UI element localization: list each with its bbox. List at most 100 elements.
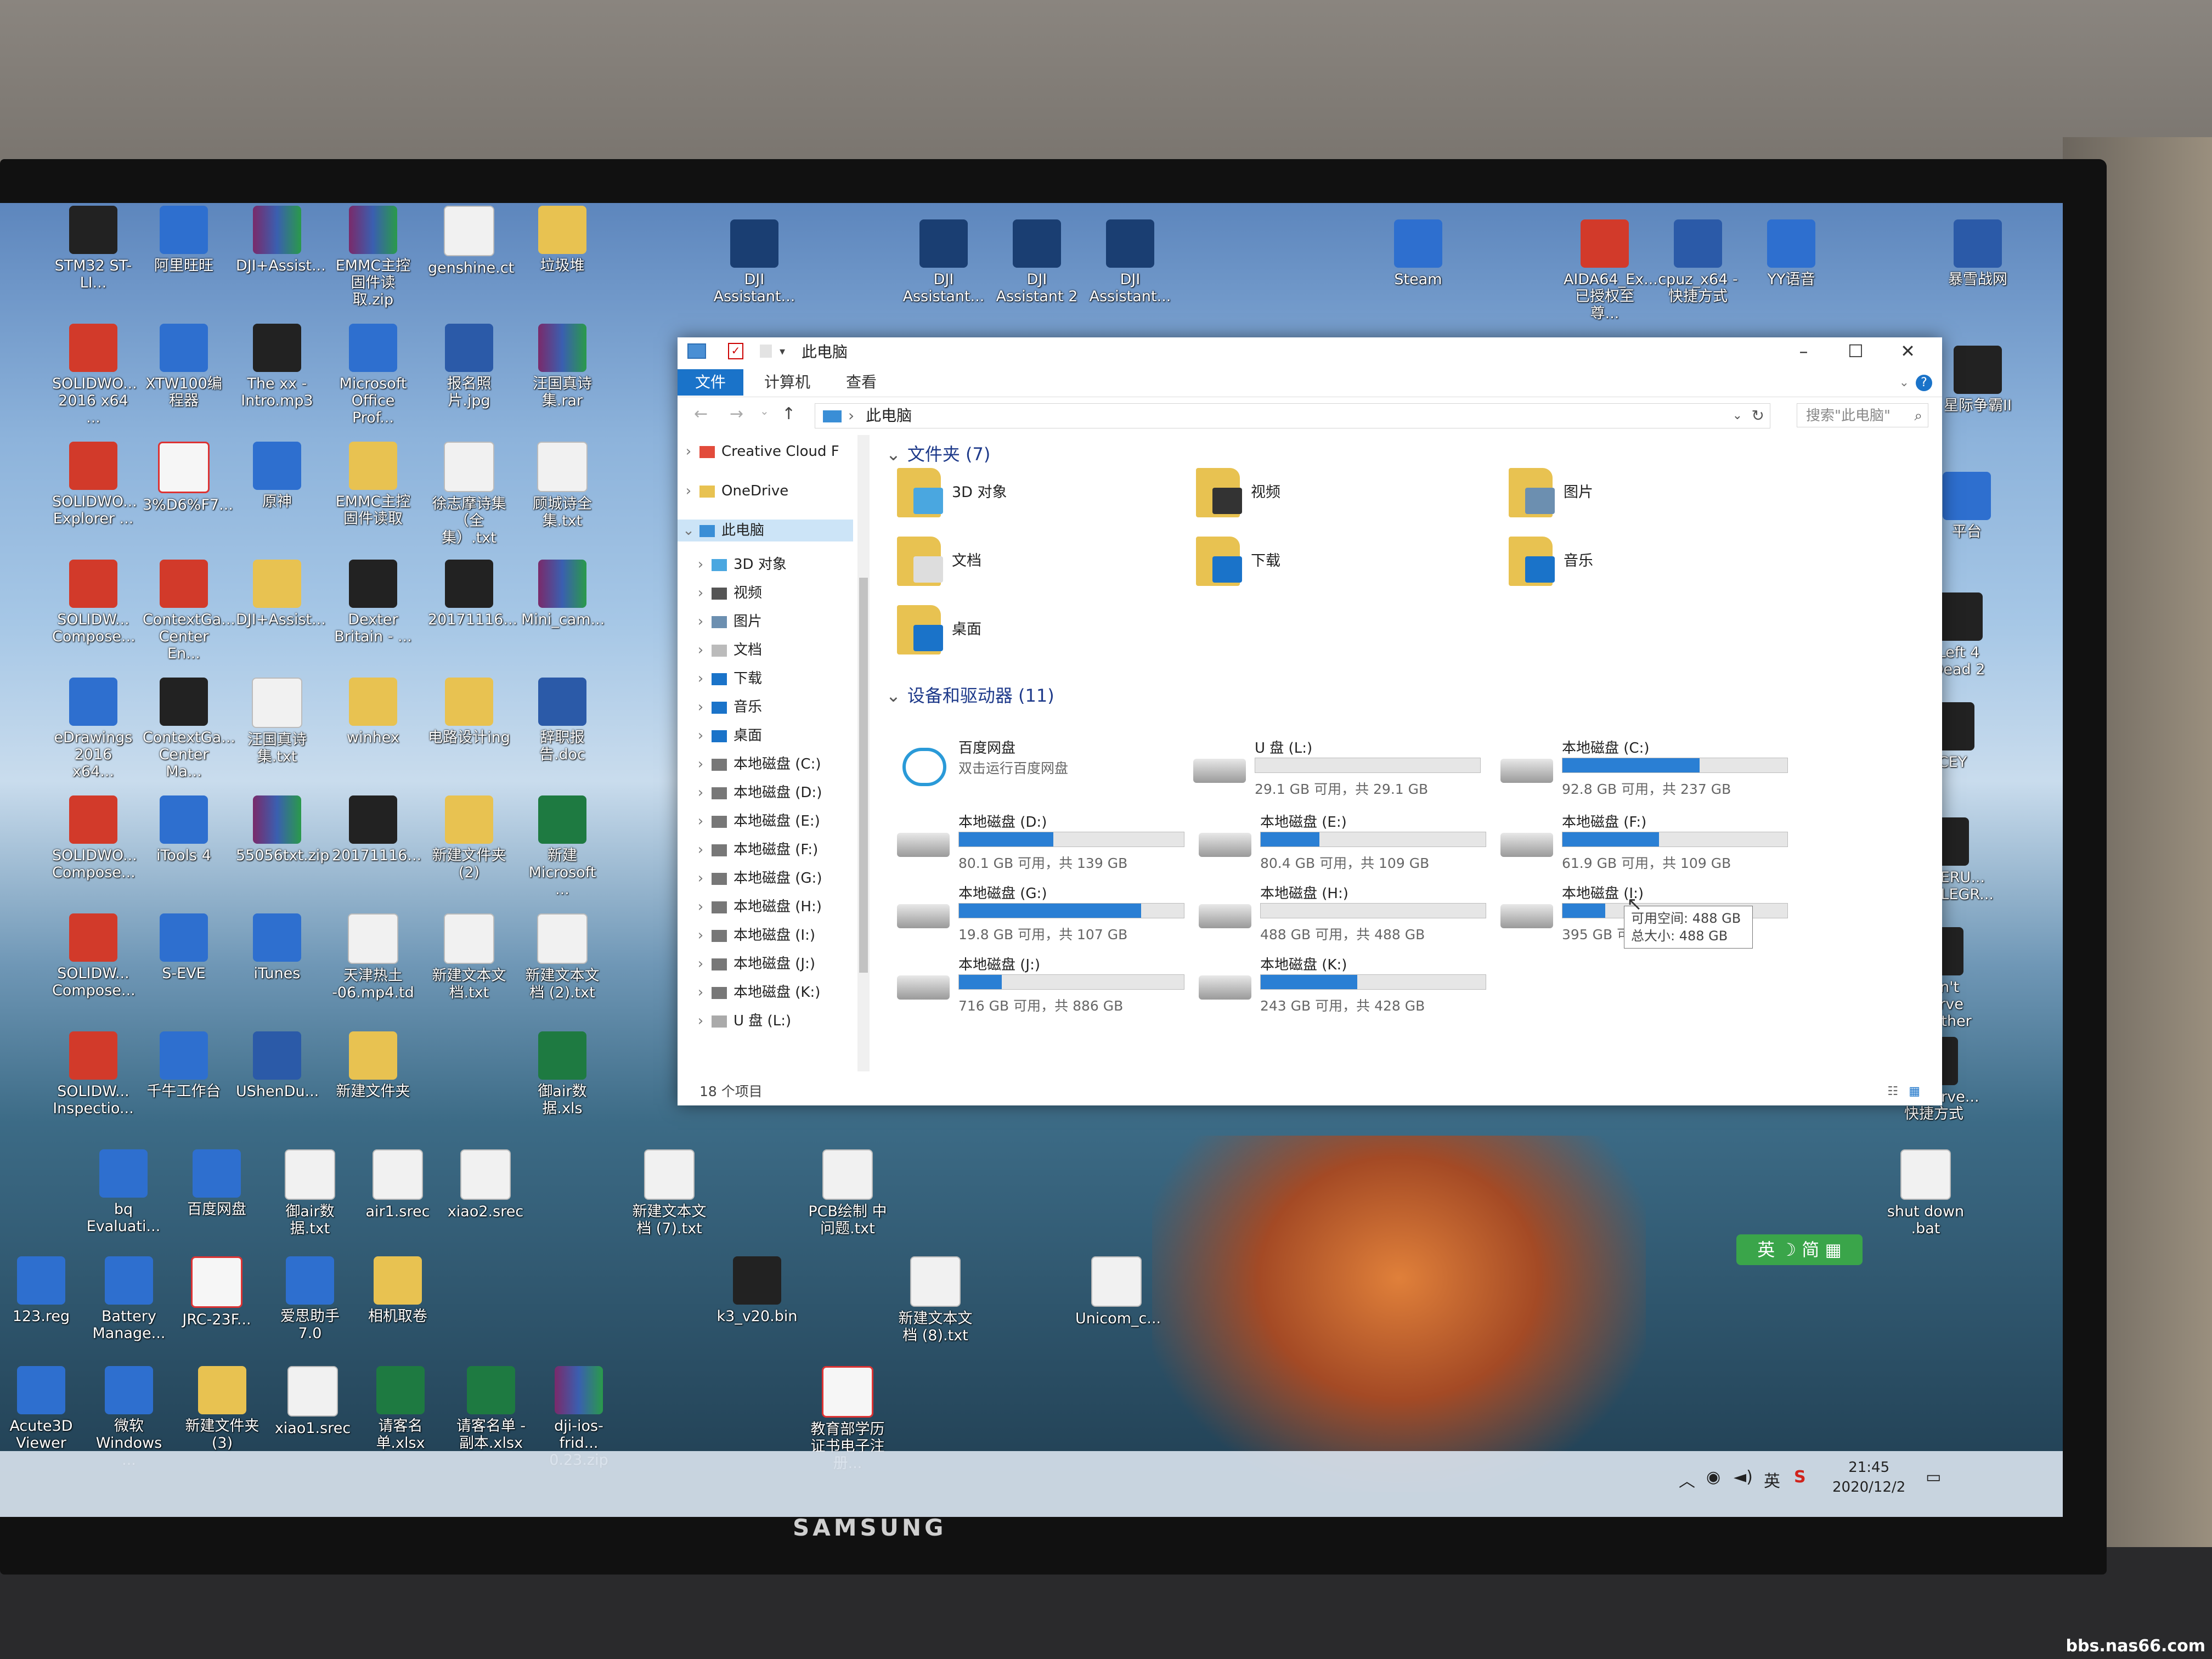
- desktop-icon[interactable]: YY语音: [1750, 219, 1832, 288]
- desktop-icon[interactable]: PCB绘制 中问题.txt: [806, 1149, 889, 1237]
- expand-arrow-icon[interactable]: ›: [690, 1010, 712, 1032]
- desktop-icon[interactable]: AIDA64_Ex... 已授权至尊...: [1564, 219, 1658, 322]
- search-input[interactable]: 搜索"此电脑" ⌕: [1797, 403, 1928, 427]
- expand-arrow-icon[interactable]: ›: [678, 480, 699, 502]
- desktop-icon[interactable]: 请客名单.xlsx: [359, 1366, 442, 1452]
- desktop-icon[interactable]: 御air数据.xls: [521, 1031, 603, 1117]
- desktop-icon[interactable]: 新建文本文档 (7).txt: [628, 1149, 710, 1237]
- desktop-icon[interactable]: bq Evaluati...: [82, 1149, 165, 1235]
- desktop-icon[interactable]: 新建文件夹 (3): [181, 1366, 263, 1452]
- desktop-icon[interactable]: 20171116...: [332, 795, 421, 864]
- desktop-icon[interactable]: DJI Assistant...: [713, 219, 795, 305]
- address-bar[interactable]: › 此电脑 ⌄ ↻: [815, 403, 1770, 428]
- desktop-icon[interactable]: DJI+Assist...: [236, 206, 326, 274]
- nav-item[interactable]: › 视频: [678, 582, 762, 604]
- close-button[interactable]: ✕: [1882, 337, 1934, 365]
- folders-group-header[interactable]: ⌄ 文件夹 (7): [886, 441, 990, 466]
- expand-arrow-icon[interactable]: ›: [690, 725, 712, 747]
- new-folder-icon[interactable]: [760, 345, 772, 358]
- desktop-icon[interactable]: 新建文件夹: [332, 1031, 414, 1100]
- breadcrumb-this-pc[interactable]: 此电脑: [866, 407, 912, 425]
- drive-item[interactable]: 本地磁盘 (F:) 61.9 GB 可用，共 109 GB: [1500, 811, 1808, 877]
- address-dropdown-icon[interactable]: ⌄: [1733, 404, 1742, 428]
- desktop-icon[interactable]: 千牛工作台: [143, 1031, 225, 1100]
- desktop-icon[interactable]: cpuz_x64 - 快捷方式: [1657, 219, 1739, 305]
- desktop-icon[interactable]: 新建文本文档 (8).txt: [894, 1256, 977, 1344]
- desktop-icon[interactable]: 原神: [236, 442, 318, 510]
- desktop-icon[interactable]: 电路设计ing: [428, 678, 510, 746]
- desktop-icon[interactable]: STM32 ST-LI...: [52, 206, 134, 291]
- desktop-icon[interactable]: iTools 4: [143, 795, 225, 864]
- desktop-icon[interactable]: xiao1.srec: [272, 1366, 354, 1437]
- nav-item[interactable]: › 音乐: [678, 696, 762, 718]
- folder-item[interactable]: 3D 对象: [897, 468, 1171, 523]
- desktop-icon[interactable]: genshine.ct: [428, 206, 514, 276]
- desktop-icon[interactable]: 新建文件夹 (2): [428, 795, 510, 881]
- nav-item[interactable]: › 本地磁盘 (K:): [678, 981, 821, 1003]
- nav-item[interactable]: › 本地磁盘 (J:): [678, 953, 815, 975]
- properties-icon[interactable]: ✓: [728, 343, 743, 359]
- desktop-icon[interactable]: SOLIDWO... Compose...: [52, 795, 137, 881]
- nav-item[interactable]: › 本地磁盘 (D:): [678, 782, 822, 804]
- expand-arrow-icon[interactable]: ›: [690, 611, 712, 633]
- desktop-icon[interactable]: k3_v20.bin: [716, 1256, 798, 1325]
- drive-baidu-netdisk[interactable]: 百度网盘 双击运行百度网盘: [897, 737, 1204, 803]
- notification-icon[interactable]: ▭: [1926, 1468, 1941, 1487]
- minimize-button[interactable]: –: [1778, 337, 1830, 365]
- nav-item[interactable]: › 3D 对象: [678, 554, 787, 575]
- details-view-icon[interactable]: ☷: [1887, 1078, 1898, 1105]
- drives-group-header[interactable]: ⌄ 设备和驱动器 (11): [886, 682, 1054, 707]
- expand-arrow-icon[interactable]: ›: [690, 896, 712, 918]
- maximize-button[interactable]: ☐: [1830, 337, 1882, 365]
- sogou-icon[interactable]: S: [1794, 1468, 1806, 1487]
- expand-arrow-icon[interactable]: ›: [690, 753, 712, 775]
- desktop-icon[interactable]: UShenDu...: [236, 1031, 319, 1100]
- drive-item[interactable]: 本地磁盘 (G:) 19.8 GB 可用，共 107 GB: [897, 882, 1204, 948]
- desktop-icon[interactable]: air1.srec: [357, 1149, 439, 1220]
- nav-item[interactable]: › U 盘 (L:): [678, 1010, 791, 1032]
- desktop-icon[interactable]: Unicom_c...: [1075, 1256, 1161, 1327]
- desktop-icon[interactable]: 暴雪战网: [1937, 219, 2019, 288]
- expand-arrow-icon[interactable]: ›: [690, 696, 712, 718]
- desktop-icon[interactable]: 垃圾堆: [521, 206, 603, 274]
- desktop-icon[interactable]: winhex: [332, 678, 414, 746]
- drive-item[interactable]: 本地磁盘 (H:) 488 GB 可用，共 488 GB: [1199, 882, 1506, 948]
- folder-item[interactable]: 下载: [1196, 537, 1470, 591]
- back-icon[interactable]: ←: [694, 404, 708, 424]
- chevron-up-icon[interactable]: ︿: [1679, 1468, 1695, 1492]
- ribbon-expand-icon[interactable]: ⌄: [1899, 376, 1909, 390]
- expand-arrow-icon[interactable]: ›: [690, 639, 712, 661]
- desktop-icon[interactable]: 汪国真诗集.rar: [521, 324, 603, 409]
- desktop-icon[interactable]: Mini_cam...: [521, 560, 605, 628]
- nav-item[interactable]: › 桌面: [678, 725, 762, 747]
- refresh-icon[interactable]: ↻: [1752, 404, 1764, 428]
- desktop-icon[interactable]: Acute3D Viewer: [0, 1366, 82, 1452]
- desktop-icon[interactable]: 相机取卷: [357, 1256, 439, 1325]
- recent-dropdown-icon[interactable]: ⌄: [760, 404, 769, 417]
- network-icon[interactable]: ◉: [1706, 1468, 1720, 1487]
- up-icon[interactable]: ↑: [782, 404, 795, 424]
- nav-item[interactable]: › 本地磁盘 (F:): [678, 839, 818, 861]
- desktop-icon[interactable]: 百度网盘: [176, 1149, 258, 1218]
- nav-item[interactable]: ⌄ 此电脑: [678, 520, 853, 541]
- desktop-icon[interactable]: 顾城诗全集.txt: [521, 442, 603, 529]
- expand-arrow-icon[interactable]: ›: [690, 924, 712, 946]
- folder-item[interactable]: 桌面: [897, 605, 1171, 660]
- folder-item[interactable]: 视频: [1196, 468, 1470, 523]
- desktop-icon[interactable]: XTW100编程器: [143, 324, 225, 409]
- desktop-icon[interactable]: 新建文本文档.txt: [428, 913, 510, 1001]
- desktop-icon[interactable]: 123.reg: [0, 1256, 82, 1325]
- desktop-icon[interactable]: SOLIDW... Inspectio...: [52, 1031, 134, 1117]
- desktop-icon[interactable]: SOLIDWO... Explorer ...: [52, 442, 137, 527]
- desktop-icon[interactable]: EMMC主控 固件读取.zip: [332, 206, 414, 308]
- desktop-icon[interactable]: DJI Assistant...: [902, 219, 985, 305]
- tab-file[interactable]: 文件: [678, 369, 743, 396]
- desktop-icon[interactable]: JRC-23F...: [176, 1256, 258, 1328]
- desktop-icon[interactable]: DJI Assistant 2: [996, 219, 1078, 305]
- desktop-icon[interactable]: 徐志摩诗集（全集）.txt: [428, 442, 510, 546]
- desktop-icon[interactable]: 御air数据.txt: [269, 1149, 351, 1237]
- expand-arrow-icon[interactable]: ›: [690, 867, 712, 889]
- desktop-icon[interactable]: DJI Assistant...: [1089, 219, 1171, 305]
- desktop-icon[interactable]: 星际争霸II: [1937, 346, 2019, 414]
- desktop-icon[interactable]: SOLIDW... Compose...: [52, 913, 136, 999]
